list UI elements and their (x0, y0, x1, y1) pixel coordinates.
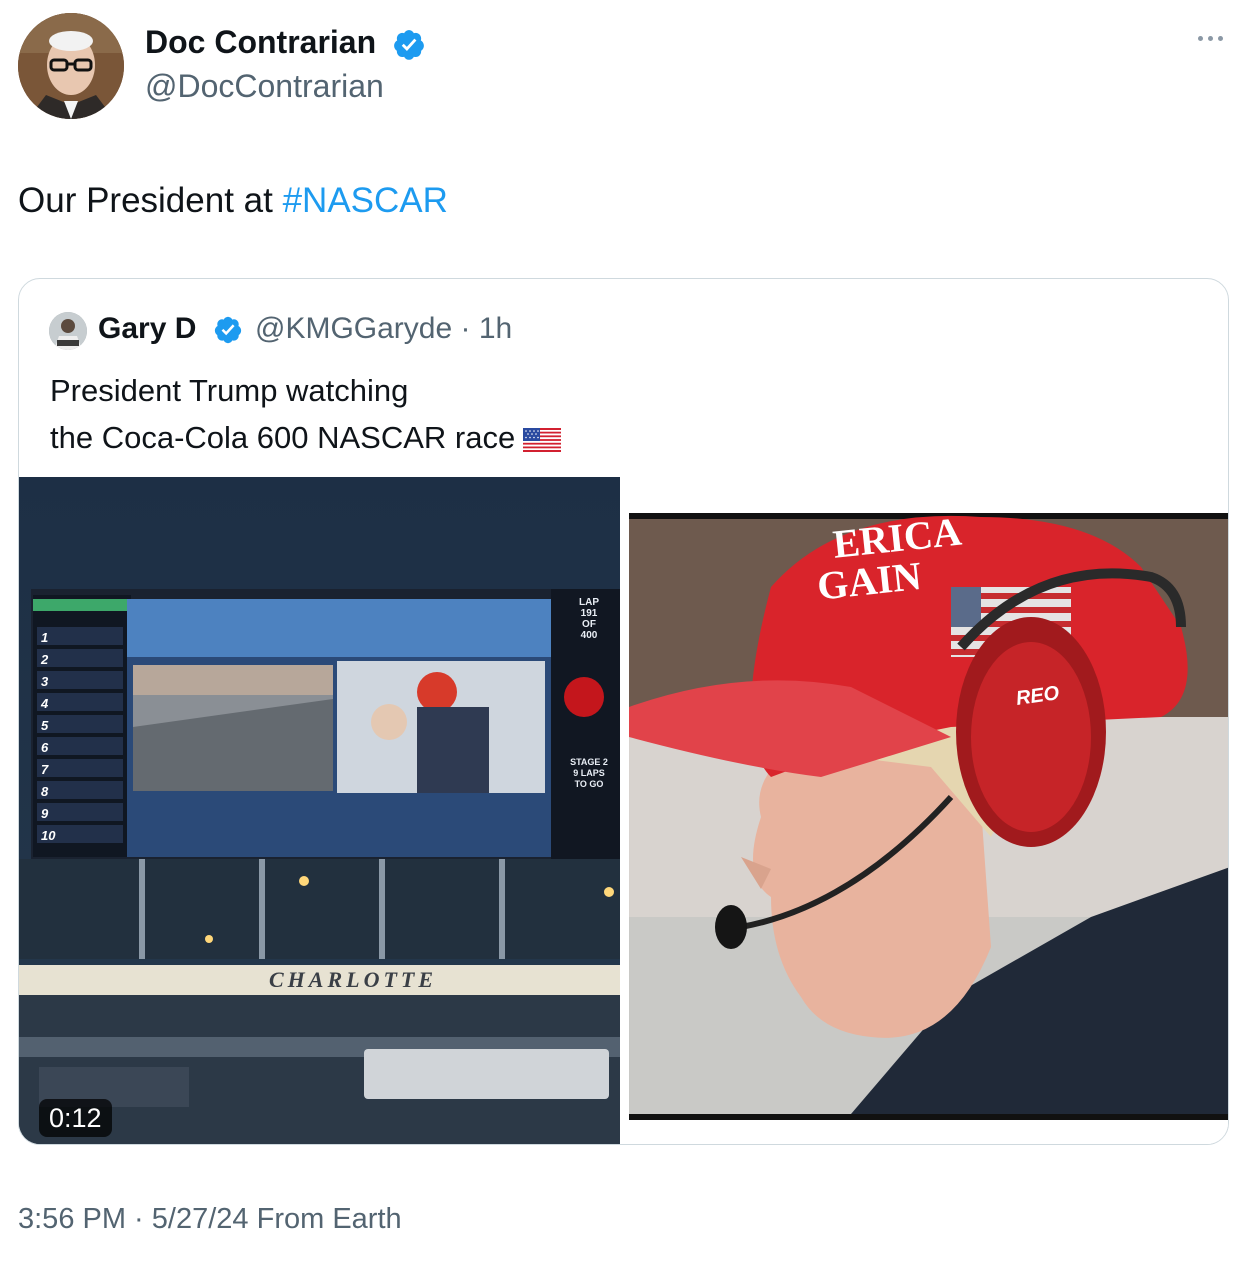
stage-info: STAGE 2 9 LAPS TO GO (559, 757, 619, 790)
tweet-time[interactable]: 3:56 PM (18, 1203, 126, 1235)
lap-value: 191 (580, 608, 598, 619)
quoted-author-name[interactable]: Gary D (98, 312, 196, 346)
more-options-button[interactable] (1193, 28, 1227, 48)
stage-label: STAGE 2 (570, 757, 608, 767)
leaderboard-position: 10 (41, 828, 56, 843)
quoted-text-line: President Trump watching (50, 373, 409, 408)
lap-label: LAP (579, 597, 599, 608)
video-duration-badge: 0:12 (39, 1099, 112, 1137)
track-banner: CHARLOTTE (269, 967, 438, 992)
quoted-author-handle-time[interactable]: @KMGGaryde · 1h (255, 312, 512, 346)
more-dot-icon (1207, 35, 1213, 41)
leaderboard-position: 1 (41, 630, 49, 645)
laps-to-go-line: TO GO (574, 779, 604, 789)
leaderboard-position: 9 (41, 806, 49, 821)
quoted-tweet[interactable]: Gary D @KMGGaryde · 1h President Trump w… (18, 278, 1229, 1145)
quoted-tweet-text: President Trump watching the Coca-Cola 6… (50, 367, 562, 461)
leaderboard-position: 8 (41, 784, 49, 799)
author-name[interactable]: Doc Contrarian (145, 24, 376, 61)
tweet-source: From Earth (256, 1203, 402, 1235)
verified-badge-icon (214, 316, 242, 344)
quoted-text-line-2: the Coca-Cola 600 NASCAR race (50, 414, 562, 461)
leaderboard: 1 2 3 4 5 6 7 8 9 10 (41, 627, 59, 847)
author-avatar-image (18, 13, 124, 119)
leaderboard-position: 2 (41, 652, 49, 667)
us-flag-icon (523, 427, 562, 452)
meta-separator: · (126, 1203, 152, 1235)
leaderboard-position: 6 (41, 740, 49, 755)
leaderboard-position: 4 (41, 696, 49, 711)
photo-thumbnail[interactable]: ERICA GAIN REO (621, 477, 1228, 1144)
tweet-text-prefix: Our President at (18, 181, 283, 220)
laps-to-go-line: 9 LAPS (573, 768, 605, 778)
leaderboard-position: 7 (41, 762, 49, 777)
video-scene (19, 477, 620, 1144)
more-dot-icon (1197, 35, 1203, 41)
tweet-date[interactable]: 5/27/24 (152, 1203, 249, 1235)
hashtag-link[interactable]: #NASCAR (283, 181, 448, 220)
quoted-text-line: the Coca-Cola 600 NASCAR race (50, 420, 516, 455)
leaderboard-position: 5 (41, 718, 49, 733)
author-handle[interactable]: @DocContrarian (145, 68, 384, 105)
more-dot-icon (1217, 35, 1223, 41)
tweet-meta: 3:56 PM · 5/27/24 From Earth (18, 1203, 402, 1236)
lap-counter: LAP 191 OF 400 (563, 597, 615, 641)
quoted-author-avatar-image (49, 312, 87, 350)
cap-text: ERICA GAIN (815, 509, 968, 609)
leaderboard-position: 3 (41, 674, 49, 689)
tweet-text: Our President at #NASCAR (18, 181, 448, 221)
video-thumbnail[interactable]: LAP 191 OF 400 STAGE 2 9 LAPS TO GO 1 2 … (19, 477, 620, 1144)
quoted-author-avatar[interactable] (49, 312, 87, 350)
author-avatar[interactable] (18, 13, 124, 119)
verified-badge-icon (394, 30, 424, 60)
lap-of-label: OF (582, 619, 596, 630)
lap-total: 400 (580, 630, 598, 641)
